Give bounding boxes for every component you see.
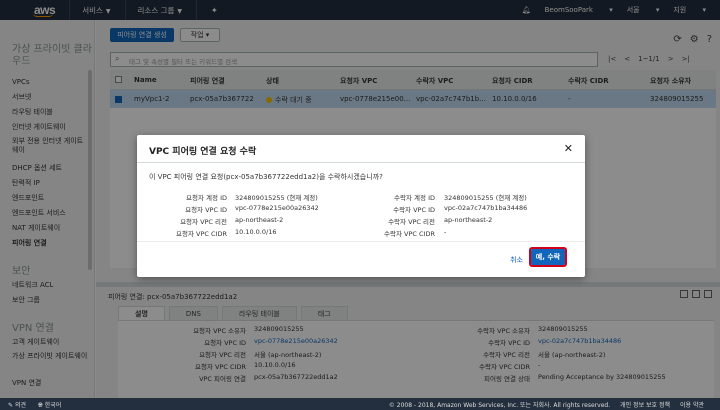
modal-key: 수락자 VPC ID	[393, 206, 435, 214]
modal-key: 수락자 VPC CIDR	[384, 230, 435, 238]
dialog-title: VPC 피어링 연결 요청 수락	[149, 147, 257, 157]
accept-peering-dialog: VPC 피어링 연결 요청 수락 ✕ 이 VPC 피어링 연결 요청(pcx-0…	[137, 135, 585, 277]
close-icon[interactable]: ✕	[564, 142, 573, 155]
language-selector[interactable]: 🌐︎ 한국어	[38, 400, 61, 410]
modal-key: 요청자 VPC ID	[185, 206, 227, 214]
modal-value: ap-northeast-2	[444, 216, 493, 224]
accept-button[interactable]: 예, 수락	[529, 247, 567, 267]
modal-key: 요청자 VPC CIDR	[176, 230, 227, 238]
modal-key: 수락자 VPC 리전	[388, 218, 435, 226]
modal-value: 324809015255 (현재 계정)	[235, 194, 318, 202]
modal-value: ap-northeast-2	[235, 216, 284, 224]
dialog-question: 이 VPC 피어링 연결 요청(pcx-05a7b367722edd1a2)을 …	[149, 173, 383, 181]
copyright-text: © 2008 - 2018, Amazon Web Services, Inc.…	[388, 402, 611, 409]
modal-value: -	[444, 228, 447, 236]
modal-key: 요청자 계정 ID	[186, 194, 227, 202]
dialog-footer: 취소 예, 수락	[137, 241, 585, 277]
cancel-button[interactable]: 취소	[510, 255, 523, 265]
footer-bar: ✎ 의견 🌐︎ 한국어 © 2008 - 2018, Amazon Web Se…	[0, 398, 720, 410]
modal-value: 10.10.0.0/16	[235, 228, 277, 236]
dialog-header: VPC 피어링 연결 요청 수락 ✕	[137, 135, 585, 163]
feedback-link[interactable]: ✎ 의견	[8, 400, 26, 410]
modal-accepter-vpc-link[interactable]: vpc-02a7c747b1ba34486	[444, 204, 527, 212]
modal-requester-vpc-link[interactable]: vpc-0778e215e00a26342	[235, 204, 319, 212]
modal-key: 수락자 계정 ID	[394, 194, 435, 202]
modal-value: 324809015255 (현재 계정)	[444, 194, 527, 202]
modal-key: 요청자 VPC 리전	[180, 218, 227, 226]
privacy-link[interactable]: 개인 정보 보호 정책	[620, 400, 670, 409]
terms-link[interactable]: 이용 약관	[680, 400, 704, 409]
